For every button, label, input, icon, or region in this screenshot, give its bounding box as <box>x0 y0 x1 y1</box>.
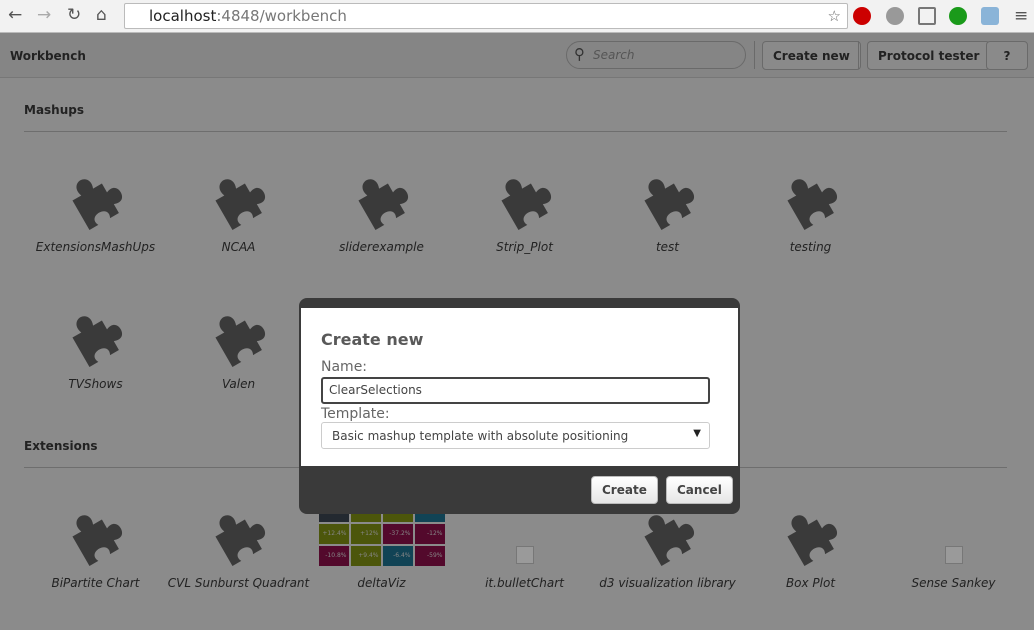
help-button[interactable]: ? <box>986 41 1028 70</box>
camera-icon[interactable] <box>981 7 999 25</box>
star-icon[interactable]: ☆ <box>828 4 841 28</box>
stats-extension-icon[interactable] <box>949 7 967 25</box>
deltaviz-tile: -12% <box>414 524 445 544</box>
divider <box>754 41 755 69</box>
tile-label: Box Plot <box>785 576 836 590</box>
name-label: Name: <box>321 359 368 375</box>
menu-icon[interactable]: ≡ <box>1014 6 1028 26</box>
tile-item[interactable]: NCAA <box>167 170 310 254</box>
tile-item[interactable]: Valen <box>167 307 310 391</box>
puzzle-icon <box>357 179 408 230</box>
deltaviz-tile: -10.8% <box>318 546 349 566</box>
cancel-button[interactable]: Cancel <box>666 476 733 504</box>
puzzle-icon <box>786 179 837 230</box>
create-button[interactable]: Create <box>591 476 658 504</box>
template-label: Template: <box>321 406 390 422</box>
tile-item[interactable]: CVL Sunburst Quadrant <box>167 506 310 590</box>
puzzle-icon <box>214 316 265 367</box>
protocol-tester-button[interactable]: Protocol tester <box>867 41 991 70</box>
dialog-title: Create new <box>321 330 424 349</box>
tile-label: testing <box>789 240 832 254</box>
tile-item[interactable]: testing <box>739 170 882 254</box>
cast-icon[interactable] <box>918 7 936 25</box>
puzzle-icon <box>643 179 694 230</box>
name-input[interactable]: ClearSelections <box>321 377 710 404</box>
app-title: Workbench <box>10 49 86 63</box>
tile-label: it.bulletChart <box>485 576 564 590</box>
tile-label: TVShows <box>68 377 123 391</box>
puzzle-icon <box>786 515 837 566</box>
tile-label: d3 visualization library <box>599 576 736 590</box>
tile-item[interactable]: ExtensionsMashUps <box>24 170 167 254</box>
tile-label: ExtensionsMashUps <box>35 240 156 254</box>
broken-image-icon <box>944 546 963 564</box>
tile-item[interactable]: d3 visualization library <box>596 506 739 590</box>
forward-icon[interactable]: → <box>37 5 51 25</box>
adblock-icon[interactable] <box>853 7 871 25</box>
tile-label: NCAA <box>221 240 256 254</box>
tile-label: Valen <box>221 377 256 391</box>
tile-label: sliderexample <box>339 240 424 254</box>
tile-item[interactable]: TVShows <box>24 307 167 391</box>
deltaviz-tile: +9.4% <box>350 546 381 566</box>
tile-item[interactable]: BiPartite Chart <box>24 506 167 590</box>
puzzle-icon <box>643 515 694 566</box>
browser-toolbar: ← → ↻ ⌂ localhost:4848/workbench ☆ ≡ <box>0 0 1034 33</box>
home-icon[interactable]: ⌂ <box>96 5 107 25</box>
mashups-heading: Mashups <box>24 103 84 117</box>
app-header: Workbench ⚲ Search Create new Protocol te… <box>0 33 1034 78</box>
dropdown-arrow-icon: ▼ <box>693 428 701 439</box>
tile-label: Sense Sankey <box>911 576 996 590</box>
back-icon[interactable]: ← <box>8 5 22 25</box>
extensions-heading: Extensions <box>24 439 98 453</box>
puzzle-icon <box>71 316 122 367</box>
template-select[interactable]: Basic mashup template with absolute posi… <box>321 422 710 449</box>
tile-item[interactable]: Box Plot <box>739 506 882 590</box>
tile-item[interactable]: Strip_Plot <box>453 170 596 254</box>
puzzle-icon <box>71 179 122 230</box>
create-new-dialog: Create new Name: ClearSelections Templat… <box>299 298 740 514</box>
divider <box>858 41 859 69</box>
deltaviz-tile: -59% <box>414 546 445 566</box>
tile-label: BiPartite Chart <box>51 576 140 590</box>
puzzle-icon <box>500 179 551 230</box>
broken-image-icon <box>515 546 534 564</box>
puzzle-icon <box>214 179 265 230</box>
tile-label: test <box>655 240 680 254</box>
deltaviz-tile: -37.2% <box>382 524 413 544</box>
tile-item[interactable]: +8.2%+11.6%+20.8%-3.3%+12.4%+12%-37.2%-1… <box>310 502 453 590</box>
deltaviz-tile: +12% <box>350 524 381 544</box>
reload-icon[interactable]: ↻ <box>67 5 81 25</box>
profile-icon[interactable] <box>886 7 904 25</box>
puzzle-icon <box>71 515 122 566</box>
puzzle-icon <box>214 515 265 566</box>
search-icon: ⚲ <box>574 45 585 63</box>
deltaviz-tile: +12.4% <box>318 524 349 544</box>
tile-item[interactable]: test <box>596 170 739 254</box>
tile-label: CVL Sunburst Quadrant <box>167 576 310 590</box>
tile-item[interactable]: sliderexample <box>310 170 453 254</box>
tile-item[interactable]: Sense Sankey <box>882 506 1025 590</box>
search-input[interactable]: ⚲ Search <box>566 41 746 69</box>
tile-label: Strip_Plot <box>496 240 553 254</box>
tile-label: deltaViz <box>357 576 406 590</box>
deltaviz-tile: -6.4% <box>382 546 413 566</box>
divider <box>24 131 1007 132</box>
tile-item[interactable]: it.bulletChart <box>453 506 596 590</box>
create-new-button[interactable]: Create new <box>762 41 861 70</box>
address-bar[interactable]: localhost:4848/workbench ☆ <box>124 3 848 29</box>
